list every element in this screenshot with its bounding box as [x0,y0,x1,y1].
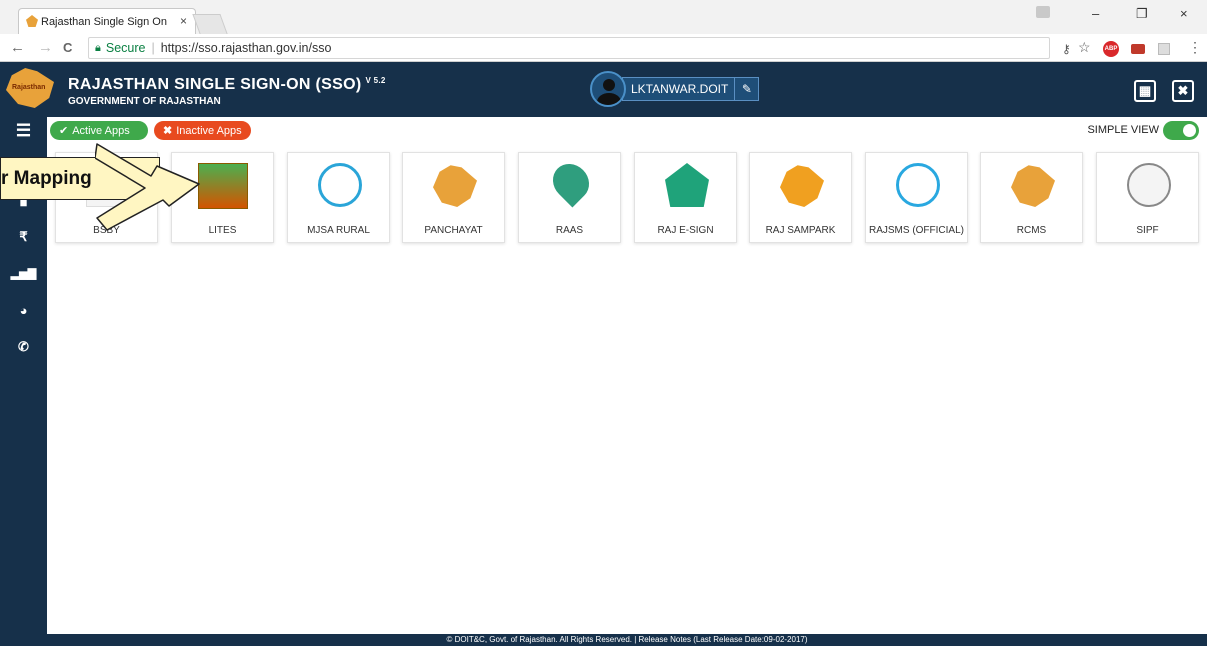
menu-icon[interactable]: ☰ [0,121,47,141]
app-label: PANCHAYAT [424,225,483,236]
lites-icon [198,163,248,209]
minimize-button[interactable]: – [1092,6,1099,21]
sipf-icon [1127,163,1171,207]
app-card-raj-e-sign[interactable]: RAJ E-SIGN [634,152,737,243]
app-card-panchayat[interactable]: PANCHAYAT [402,152,505,243]
reload-button[interactable]: C [63,40,72,55]
url-input[interactable]: 🔒︎ Secure | https://sso.rajasthan.gov.in… [88,37,1050,59]
tab-title: Rajasthan Single Sign On [41,15,167,28]
app-version: V 5.2 [365,76,386,85]
apps-grid-icon[interactable]: ▦ [1134,80,1156,102]
phone-icon[interactable]: ✆ [0,339,47,355]
app-card-raas[interactable]: RAAS [518,152,621,243]
app-card-rajsms[interactable]: RAJSMS (OFFICIAL) [865,152,968,243]
browser-menu-icon[interactable]: ⋮ [1188,39,1202,56]
check-icon: ✔ [59,125,69,137]
raas-icon [545,156,597,208]
rajsms-icon [896,163,940,207]
back-button[interactable]: ← [10,39,25,56]
mjsa-icon [318,163,362,207]
app-card-raj-sampark[interactable]: RAJ SAMPARK [749,152,852,243]
app-title-text: RAJASTHAN SINGLE SIGN-ON (SSO) [68,76,362,93]
profile-icon[interactable] [1036,6,1050,18]
window-close-button[interactable]: × [1180,6,1188,21]
avatar[interactable] [590,71,626,107]
url-text: https://sso.rajasthan.gov.in/sso [160,41,332,55]
app-label: RAAS [555,225,584,236]
browser-tabbar: Rajasthan Single Sign On × – ❐ × [0,0,1207,34]
tab-close-icon[interactable]: × [180,14,187,28]
footer: © DOIT&C, Govt. of Rajasthan. All Rights… [47,634,1207,646]
app-card-sipf[interactable]: SIPF [1096,152,1199,243]
username-button[interactable]: LKTANWAR.DOIT [622,77,736,101]
rajasthan-logo[interactable]: Rajasthan [6,68,54,108]
bookmark-star-icon[interactable]: ☆ [1078,39,1091,56]
app-label: RCMS [1016,225,1047,236]
restore-button[interactable]: ❐ [1136,6,1148,22]
bar-chart-icon[interactable]: ▂▅▇ [0,267,47,280]
rcms-icon [1011,165,1055,207]
edit-profile-icon[interactable]: ✎ [735,77,760,101]
rupee-icon[interactable]: ₹ [0,229,47,245]
callout-text: r Mapping [1,167,92,189]
site-favicon-icon [26,15,38,27]
extension-pdf-icon[interactable] [1158,43,1170,55]
close-icon[interactable]: ✖ [1172,80,1194,102]
callout-arrow [95,143,200,231]
forward-button[interactable]: → [38,39,53,56]
app-subtitle: GOVERNMENT OF RAJASTHAN [68,96,221,107]
app-label: SIPF [1136,225,1159,236]
lock-icon: 🔒︎ [95,41,101,54]
url-separator: | [151,41,155,55]
app-label: RAJ SAMPARK [765,225,836,236]
browser-tab[interactable]: Rajasthan Single Sign On × [18,8,196,34]
panchayat-icon [433,165,477,207]
logo-text: Rajasthan [12,84,46,91]
user-box: LKTANWAR.DOIT ✎ [590,71,760,107]
address-bar: ← → C 🔒︎ Secure | https://sso.rajasthan.… [0,34,1207,62]
extension-icon[interactable] [1131,44,1145,54]
app-label: RAJ E-SIGN [657,225,714,236]
simple-view-label: SIMPLE VIEW [1087,124,1159,136]
sampark-icon [780,165,824,207]
app-title: RAJASTHAN SINGLE SIGN-ON (SSO) V 5.2 [68,76,386,94]
adblock-icon[interactable]: ABP [1103,41,1119,57]
new-tab-button[interactable] [192,14,228,34]
simple-view-toggle[interactable] [1163,121,1199,140]
app-label: RAJSMS (OFFICIAL) [868,225,964,236]
app-label: MJSA RURAL [307,225,370,236]
app-card-mjsa-rural[interactable]: MJSA RURAL [287,152,390,243]
key-icon[interactable]: ⚷ [1062,42,1071,56]
pie-chart-icon[interactable]: ◕ [0,303,47,318]
app-header: Rajasthan RAJASTHAN SINGLE SIGN-ON (SSO)… [0,62,1207,117]
secure-label: Secure [105,41,146,55]
esign-icon [665,163,709,207]
app-card-rcms[interactable]: RCMS [980,152,1083,243]
